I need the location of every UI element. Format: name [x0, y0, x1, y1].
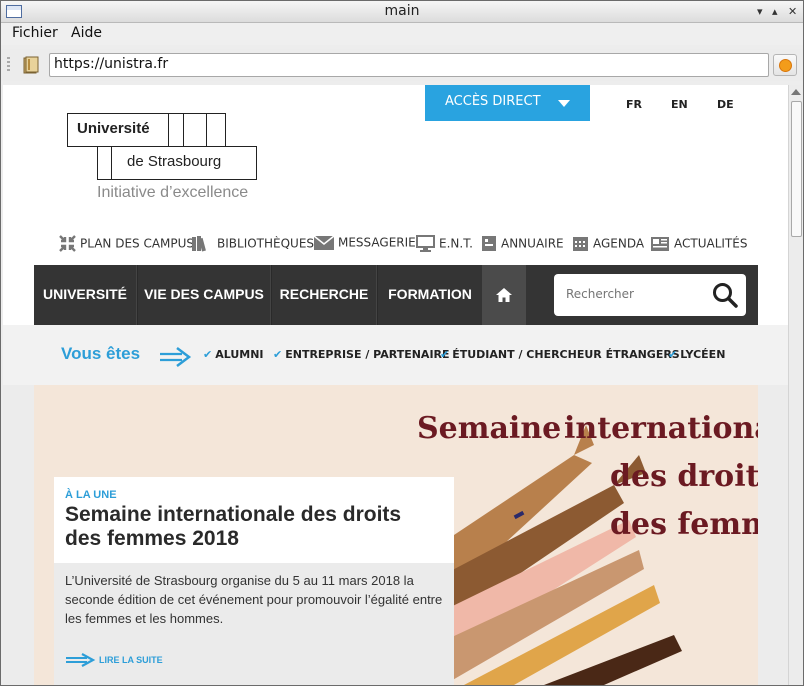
util-actualites[interactable]: ACTUALITÉS: [650, 235, 747, 255]
vous-etes-bar: Vous êtes ✔ ALUMNI ✔ ENTREPRISE / PARTENAI…: [3, 325, 788, 385]
util-label: ANNUAIRE: [501, 236, 564, 251]
compress-arrows-icon: [59, 235, 76, 252]
menu-bar: Fichier Aide: [1, 23, 803, 45]
url-input[interactable]: https://unistra.fr: [49, 53, 769, 77]
minimize-button[interactable]: ▾: [757, 6, 763, 18]
hero-banner[interactable]: Semaine internationale des droits des fe…: [34, 385, 758, 685]
double-arrow-icon: [66, 652, 96, 667]
close-button[interactable]: ✕: [788, 6, 797, 18]
go-button[interactable]: [773, 54, 797, 76]
university-logo[interactable]: Université de Strasbourg Initiative d’ex…: [67, 113, 267, 205]
acces-direct-button[interactable]: ACCÈS DIRECT: [425, 85, 590, 121]
news-card[interactable]: À LA UNE Semaine internationale des droi…: [54, 477, 454, 685]
util-label: AGENDA: [593, 236, 645, 251]
nav-formation[interactable]: FORMATION: [378, 265, 482, 325]
calendar-icon: [573, 237, 588, 251]
read-more-label: LIRE LA SUITE: [99, 654, 163, 665]
window-title: main: [384, 3, 420, 19]
logo-line-1: Université: [77, 120, 150, 137]
hero-image-text-1: Semaine: [417, 411, 562, 446]
scroll-up-arrow-icon[interactable]: [791, 89, 801, 95]
util-agenda[interactable]: AGENDA: [572, 235, 644, 255]
toolbar-grip[interactable]: [7, 57, 10, 73]
browser-window: main ▾ ▴ ✕ Fichier Aide https://unistra.…: [0, 0, 804, 686]
tag-lyceen[interactable]: ✔ LYCÉEN: [668, 348, 725, 361]
hero-image-text-2: internationale: [564, 411, 758, 446]
util-label: PLAN DES CAMPUS: [80, 236, 195, 251]
vous-etes-title: Vous êtes: [61, 344, 141, 363]
util-bibliotheques[interactable]: BIBLIOTHÈQUES: [191, 235, 314, 255]
check-icon: ✔: [203, 348, 213, 361]
search-box[interactable]: [554, 274, 746, 316]
toolbar: https://unistra.fr: [1, 49, 803, 81]
envelope-icon: [314, 235, 334, 250]
nav-recherche[interactable]: RECHERCHE: [272, 265, 376, 325]
go-icon: [779, 59, 792, 72]
menu-fichier[interactable]: Fichier: [12, 25, 58, 41]
util-label: E.N.T.: [439, 236, 473, 251]
news-description: L’Université de Strasbourg organise du 5…: [65, 573, 443, 626]
title-bar[interactable]: main ▾ ▴ ✕: [1, 1, 803, 23]
search-icon[interactable]: [712, 282, 738, 308]
util-ent[interactable]: E.N.T.: [416, 235, 473, 255]
double-arrow-icon: [160, 347, 192, 367]
tag-label: ENTREPRISE / PARTENAIRE: [285, 348, 450, 361]
tag-label: LYCÉEN: [680, 348, 726, 361]
main-nav: UNIVERSITÉ VIE DES CAMPUS RECHERCHE FORM…: [34, 265, 758, 325]
search-input[interactable]: [566, 284, 696, 304]
check-icon: ✔: [440, 348, 450, 361]
lang-fr[interactable]: FR: [626, 98, 642, 111]
nav-home-button[interactable]: [482, 265, 526, 325]
acces-direct-label: ACCÈS DIRECT: [445, 94, 541, 109]
web-page: Université de Strasbourg Initiative d’ex…: [3, 85, 788, 685]
hero-image-text-4: des femmes: [610, 507, 758, 542]
menu-aide[interactable]: Aide: [71, 25, 102, 41]
util-label: ACTUALITÉS: [674, 236, 748, 251]
vertical-scrollbar[interactable]: [788, 85, 803, 685]
tag-label: ALUMNI: [215, 348, 264, 361]
lang-en[interactable]: EN: [671, 98, 688, 111]
tag-etudiant-etranger[interactable]: ✔ ÉTUDIANT / CHERCHEUR ÉTRANGERS: [440, 348, 680, 361]
read-more-link[interactable]: LIRE LA SUITE: [65, 649, 163, 669]
check-icon: ✔: [668, 348, 678, 361]
scroll-thumb[interactable]: [791, 101, 802, 237]
tag-label: ÉTUDIANT / CHERCHEUR ÉTRANGERS: [452, 348, 680, 361]
monitor-icon: [416, 235, 435, 252]
tag-entreprise[interactable]: ✔ ENTREPRISE / PARTENAIRE: [273, 348, 450, 361]
util-annuaire[interactable]: ANNUAIRE: [481, 235, 564, 255]
nav-vie-des-campus[interactable]: VIE DES CAMPUS: [138, 265, 270, 325]
tag-alumni[interactable]: ✔ ALUMNI: [203, 348, 264, 361]
util-label: BIBLIOTHÈQUES: [217, 236, 315, 251]
nav-universite[interactable]: UNIVERSITÉ: [34, 265, 136, 325]
util-messagerie[interactable]: MESSAGERIE: [314, 235, 416, 255]
newspaper-icon: [651, 237, 669, 251]
bookmark-book-icon[interactable]: [21, 55, 41, 75]
news-headline[interactable]: Semaine internationale des droits des fe…: [65, 503, 435, 551]
books-icon: [192, 236, 206, 252]
check-icon: ✔: [273, 348, 283, 361]
lang-de[interactable]: DE: [717, 98, 734, 111]
util-label: MESSAGERIE: [338, 235, 416, 250]
hero-image-text-3: des droits: [610, 459, 758, 494]
news-kicker: À LA UNE: [65, 489, 117, 501]
address-book-icon: [482, 236, 496, 251]
logo-tagline: Initiative d’excellence: [97, 184, 249, 201]
logo-line-2: de Strasbourg: [127, 153, 222, 170]
caret-down-icon: [558, 100, 570, 107]
maximize-button[interactable]: ▴: [772, 6, 778, 18]
util-plan-campus[interactable]: PLAN DES CAMPUS: [59, 235, 194, 255]
home-icon: [496, 288, 512, 302]
